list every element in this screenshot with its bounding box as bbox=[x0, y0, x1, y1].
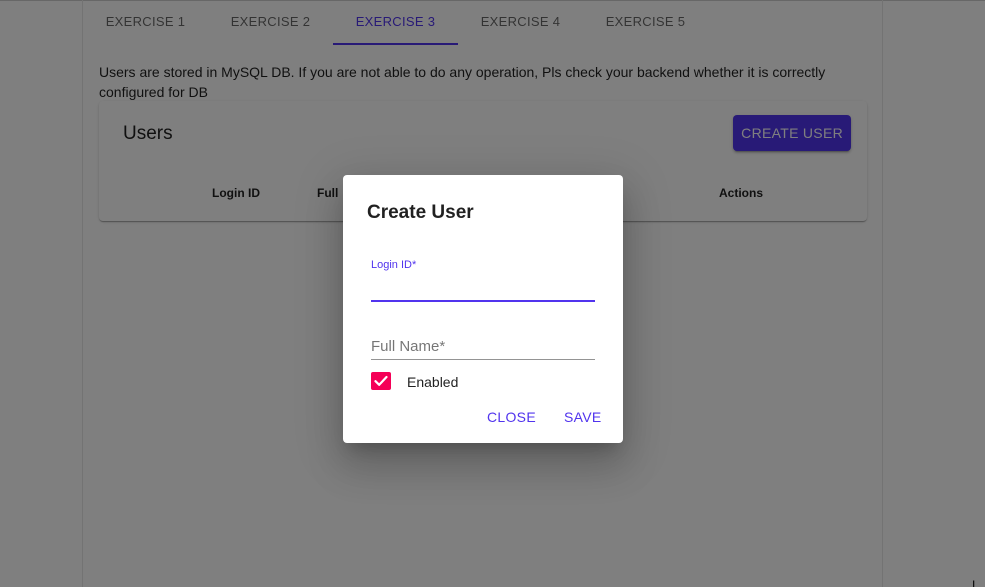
login-id-underline-focused bbox=[371, 300, 595, 302]
login-id-label: Login ID* bbox=[371, 259, 417, 271]
create-user-dialog: Create User Login ID* Enabled CLOSE SAVE bbox=[343, 175, 623, 443]
dialog-title: Create User bbox=[367, 202, 474, 223]
save-button[interactable]: SAVE bbox=[556, 403, 610, 431]
enabled-label: Enabled bbox=[407, 374, 459, 390]
close-button[interactable]: CLOSE bbox=[479, 403, 544, 431]
check-icon bbox=[374, 375, 388, 386]
enabled-checkbox[interactable] bbox=[371, 372, 391, 390]
text-cursor-icon: I bbox=[972, 578, 976, 587]
login-id-input[interactable] bbox=[371, 277, 595, 299]
full-name-underline bbox=[371, 359, 595, 360]
full-name-input[interactable] bbox=[371, 335, 595, 357]
